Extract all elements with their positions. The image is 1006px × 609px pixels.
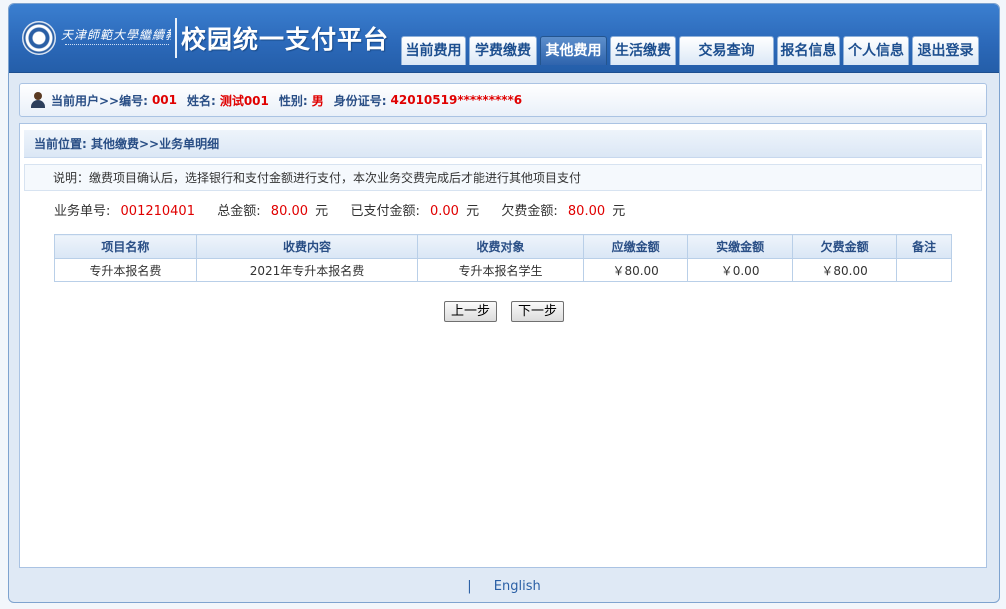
cell-remarks	[896, 258, 952, 282]
main-content: 当前位置: 其他缴费>>业务单明细 说明：缴费项目确认后，选择银行和支付金额进行…	[19, 123, 987, 568]
user-name-value: 测试001	[219, 93, 269, 108]
column-header-item-name: 项目名称	[54, 234, 197, 259]
fee-items-table: 项目名称 收费内容 收费对象 应缴金额 实缴金额 欠费金额 备注 专升本报名费 …	[54, 234, 952, 282]
nav-registration-info[interactable]: 报名信息	[777, 36, 840, 65]
nav-tuition-payment[interactable]: 学费缴费	[469, 36, 537, 65]
school-name-logo: 天津師範大學繼續教育學院	[61, 28, 171, 40]
nav-living-payment[interactable]: 生活缴费	[610, 36, 676, 65]
logo-divider	[175, 18, 177, 58]
table-header-row: 项目名称 收费内容 收费对象 应缴金额 实缴金额 欠费金额 备注	[54, 234, 952, 259]
paid-amount-value: 0.00	[429, 204, 459, 219]
total-amount-label: 总金额:	[217, 204, 261, 219]
order-number-value: 001210401	[120, 204, 195, 219]
nav-logout[interactable]: 退出登录	[912, 36, 979, 65]
column-header-amount-paid: 实缴金额	[687, 234, 793, 259]
header-banner: 天津師範大學繼續教育學院 校园统一支付平台 当前费用 学费缴费 其他费用 生活缴…	[9, 4, 999, 73]
paid-amount-label: 已支付金额:	[350, 204, 420, 219]
cell-item-name: 专升本报名费	[54, 258, 197, 282]
nav-current-fees[interactable]: 当前费用	[401, 36, 466, 65]
total-amount-unit: 元	[315, 204, 329, 219]
cell-amount-owed: ￥80.00	[791, 258, 898, 282]
footer: | English	[9, 572, 999, 602]
table-row: 专升本报名费 2021年专升本报名费 专升本报名学生 ￥80.00 ￥0.00 …	[54, 258, 952, 282]
order-summary: 业务单号: 001210401 总金额: 80.00 元 已支付金额: 0.00…	[54, 200, 625, 219]
payment-note: 说明：缴费项目确认后，选择银行和支付金额进行支付，本次业务交费完成后才能进行其他…	[24, 164, 982, 191]
total-amount-value: 80.00	[270, 204, 309, 219]
current-user-prefix: 当前用户>>	[51, 93, 120, 108]
user-idcard-label: 身份证号:	[333, 93, 387, 108]
column-header-remarks: 备注	[896, 234, 952, 259]
user-idcard-value: 42010519*********6	[390, 93, 523, 107]
order-number-label: 业务单号:	[54, 204, 111, 219]
paid-amount-unit: 元	[466, 204, 480, 219]
user-gender-value: 男	[311, 93, 324, 108]
cell-amount-due: ￥80.00	[582, 258, 689, 282]
owed-amount-value: 80.00	[567, 204, 606, 219]
user-id-label: 编号:	[119, 93, 148, 108]
step-buttons: 上一步 下一步	[444, 301, 565, 322]
cell-amount-paid: ￥0.00	[687, 258, 793, 282]
user-avatar-icon	[30, 92, 46, 108]
english-language-link[interactable]: English	[494, 579, 541, 594]
column-header-fee-target: 收费对象	[417, 234, 584, 259]
user-gender-label: 性别:	[278, 93, 308, 108]
footer-separator: |	[467, 579, 472, 594]
nav-transaction-query[interactable]: 交易查询	[679, 36, 774, 65]
nav-other-fees[interactable]: 其他费用	[540, 36, 607, 65]
next-step-button[interactable]: 下一步	[511, 301, 565, 322]
column-header-amount-owed: 欠费金额	[791, 234, 898, 259]
app-frame: 天津師範大學繼續教育學院 校园统一支付平台 当前费用 学费缴费 其他费用 生活缴…	[8, 3, 1000, 603]
current-user-bar: 当前用户>> 编号: 001 姓名: 测试001 性别: 男 身份证号: 420…	[19, 83, 987, 117]
cell-fee-target: 专升本报名学生	[417, 258, 584, 282]
cell-fee-content: 2021年专升本报名费	[195, 258, 419, 282]
owed-amount-label: 欠费金额:	[501, 204, 558, 219]
column-header-amount-due: 应缴金额	[582, 234, 689, 259]
school-emblem-icon	[22, 21, 56, 55]
user-id-value: 001	[151, 93, 177, 107]
column-header-fee-content: 收费内容	[195, 234, 419, 259]
previous-step-button[interactable]: 上一步	[444, 301, 498, 322]
breadcrumb: 当前位置: 其他缴费>>业务单明细	[24, 130, 982, 158]
site-title: 校园统一支付平台	[181, 25, 390, 54]
school-name-underline	[65, 44, 169, 51]
owed-amount-unit: 元	[612, 204, 626, 219]
nav-personal-info[interactable]: 个人信息	[843, 36, 909, 65]
main-nav: 当前费用 学费缴费 其他费用 生活缴费 交易查询 报名信息 个人信息 退出登录	[401, 36, 982, 65]
user-name-label: 姓名:	[187, 93, 216, 108]
